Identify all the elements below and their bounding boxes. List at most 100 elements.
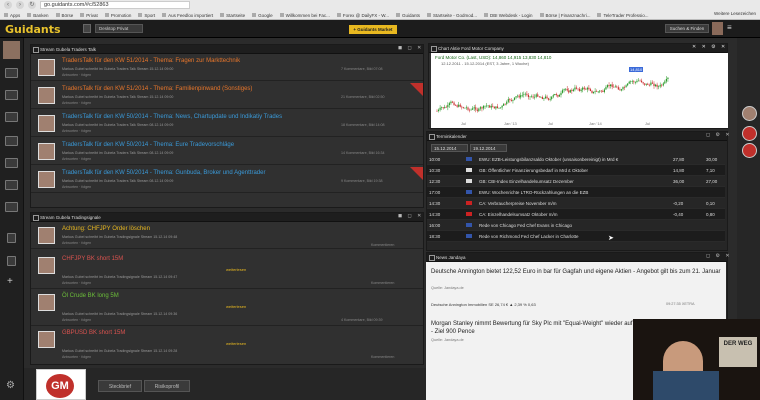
bookmark-icon[interactable]	[7, 233, 16, 243]
address-input[interactable]: go.guidants.com/#c/52863	[40, 1, 190, 9]
inbox-icon[interactable]	[5, 158, 18, 168]
gauge-icon[interactable]	[5, 202, 18, 212]
list-item[interactable]: TradersTalk für den KW 51/2014 - Thema: …	[31, 83, 423, 109]
list-item[interactable]: TradersTalk für den KW 50/2014 - Thema: …	[31, 167, 423, 193]
read-more-link[interactable]: weiterlesen	[226, 267, 246, 272]
comment-link[interactable]: 4 Kommentare, Bild 09:39	[341, 318, 383, 322]
bookmark-icon[interactable]	[83, 24, 91, 33]
app-logo[interactable]: Guidants	[5, 23, 61, 36]
panel-controls[interactable]: ◼ ◻ ✕	[398, 45, 423, 51]
table-row[interactable]: 18:30 Rede von Richmond Fed Chef Lacker i…	[427, 231, 725, 242]
tab-risikoprofil[interactable]: Risikoprofil	[144, 380, 190, 392]
date-to-input[interactable]: 19.12.2014	[470, 144, 507, 152]
list-item[interactable]: TradersTalk für den KW 51/2014 - Thema: …	[31, 55, 423, 81]
table-row[interactable]: 14:30 CA: Einzelhandelsumsatz Oktober m/m…	[427, 209, 725, 220]
table-row[interactable]: 14:30 CA: Verbraucherpreise November m/m -…	[427, 198, 725, 209]
bookmark[interactable]: Aus Feedlox importiert	[162, 13, 213, 18]
post-actions[interactable]: Antworten · folgen	[62, 101, 91, 105]
bookmark[interactable]: Guidants	[396, 13, 420, 18]
avatar[interactable]	[742, 143, 757, 158]
portfolio-icon[interactable]	[5, 68, 18, 78]
table-icon[interactable]	[5, 112, 18, 122]
post-title[interactable]: GBPUSD BK short 15M	[62, 330, 125, 336]
bookmark[interactable]: Sport	[138, 13, 155, 18]
list-item[interactable]: GBPUSD BK short 15M weiterlesen Markus G…	[31, 327, 423, 365]
post-actions[interactable]: Antworten · folgen	[62, 73, 91, 77]
bookmark[interactable]: Startseite	[220, 13, 245, 18]
comment-link[interactable]: Kommentieren	[371, 281, 394, 285]
bookmark[interactable]: Google	[252, 13, 273, 18]
reload-icon[interactable]: ↻	[28, 1, 36, 9]
chart-icon[interactable]	[5, 136, 18, 146]
post-title[interactable]: Öl Crude BK long 5M	[62, 293, 119, 299]
post-actions[interactable]: Antworten · folgen	[62, 355, 91, 359]
comment-count[interactable]: 21 Kommentare, Bild 02:50	[341, 95, 385, 99]
list-item[interactable]: TradersTalk für den KW 50/2014 - Thema: …	[31, 111, 423, 137]
read-more-link[interactable]: weiterlesen	[226, 341, 246, 346]
table-row[interactable]: 16:00 Rede von Chicago Fed Chef Evans in …	[427, 220, 725, 231]
post-actions[interactable]: Antworten · folgen	[62, 281, 91, 285]
post-actions[interactable]: Antworten · folgen	[62, 129, 91, 133]
panel-controls[interactable]: ◼ ◻ ✕	[398, 213, 423, 219]
bookmark-icon[interactable]	[7, 256, 16, 266]
news-headline[interactable]: Deutsche Annington bietet 122,52 Euro in…	[431, 268, 721, 276]
bookmark[interactable]: Privat	[80, 13, 98, 18]
list-item[interactable]: CHFJPY BK short 15M weiterlesen Markus G…	[31, 253, 423, 289]
desktop-select[interactable]: Desktop Privat	[95, 24, 143, 33]
bookmark[interactable]: Banken	[27, 13, 48, 18]
post-title[interactable]: TradersTalk für den KW 50/2014 - Thema: …	[62, 142, 234, 148]
post-title[interactable]: TradersTalk für den KW 51/2014 - Thema: …	[62, 58, 240, 64]
back-icon[interactable]: ‹	[4, 1, 12, 9]
comment-count[interactable]: 18 Kommentare, Bild 14:08	[341, 123, 385, 127]
bookmark[interactable]: Startseite - Godmod...	[427, 13, 477, 18]
date-from-input[interactable]: 15.12.2014	[431, 144, 468, 152]
bookmark[interactable]: Apps	[4, 13, 20, 18]
comment-count[interactable]: 14 Kommentare, Bild 16:34	[341, 151, 385, 155]
chart-area[interactable]: Ford Motor Co. (Last, USD): 14,860 14,91…	[431, 53, 728, 128]
post-actions[interactable]: Antworten · folgen	[62, 185, 91, 189]
table-row[interactable]: 17:00 EWU: Wochenrichte LTRO-Rückzahlunge…	[427, 187, 725, 198]
comment-count[interactable]: 7 Kommentare, Bild 07:08	[341, 67, 383, 71]
list-item[interactable]: Achtung: CHFJPY Order löschen Markus Gub…	[31, 223, 423, 249]
bookmark[interactable]: Promotion	[105, 13, 132, 18]
table-row[interactable]: 10:00 EWU: EZB-Leistungsbilanzsaldo Oktob…	[427, 154, 725, 165]
tab-steckbrief[interactable]: Steckbrief	[98, 380, 142, 392]
table-row[interactable]: 12:30 GB: CBI-Index Einzelhandelsumsatz D…	[427, 176, 725, 187]
forward-icon[interactable]: ›	[16, 1, 24, 9]
post-title[interactable]: CHFJPY BK short 15M	[62, 256, 123, 262]
read-more-link[interactable]: weiterlesen	[226, 304, 246, 309]
panel-controls[interactable]: ◻ ⚙ ✕	[706, 253, 732, 259]
comment-link[interactable]: Kommentieren	[371, 243, 394, 247]
post-title[interactable]: TradersTalk für den KW 51/2014 - Thema: …	[62, 86, 252, 92]
gear-icon[interactable]: ⚙	[6, 380, 15, 391]
post-actions[interactable]: Antworten · folgen	[62, 241, 91, 245]
avatar[interactable]	[742, 106, 757, 121]
avatar[interactable]	[742, 126, 757, 141]
bookmark[interactable]: Willkommen bei Fac...	[280, 13, 330, 18]
post-title[interactable]: TradersTalk für den KW 50/2014 - Thema: …	[62, 170, 265, 176]
panel-controls[interactable]: ◻ ⚙ ✕	[706, 132, 732, 138]
menu-icon[interactable]: ≡	[727, 23, 737, 33]
tools-icon[interactable]	[5, 180, 18, 190]
bookmark[interactable]: DBI Webdesk - Login	[484, 13, 532, 18]
guidants-market-button[interactable]: + Guidants Market	[349, 25, 397, 34]
bookmark[interactable]: Börse	[56, 13, 74, 18]
more-bookmarks[interactable]: Weitere Lesezeichen	[714, 11, 756, 16]
add-icon[interactable]: +	[7, 276, 13, 287]
monitor-icon[interactable]	[5, 90, 18, 100]
search-button[interactable]: Suchen & Finden	[665, 24, 709, 33]
stock-quote[interactable]: Deutsche Annington Immobilien SE 26,74 €…	[431, 302, 536, 307]
bookmark[interactable]: Börse | Finanznachri...	[540, 13, 591, 18]
news-headline[interactable]: Morgan Stanley nimmt Bewertung für Sky P…	[431, 320, 636, 336]
comment-link[interactable]: Kommentieren	[371, 355, 394, 359]
table-row[interactable]: 10:30 GB: Öffentlicher Finanzierungsbedar…	[427, 165, 725, 176]
post-actions[interactable]: Antworten · folgen	[62, 157, 91, 161]
list-item[interactable]: TradersTalk für den KW 50/2014 - Thema: …	[31, 139, 423, 165]
avatar[interactable]	[712, 22, 723, 35]
avatar[interactable]	[3, 41, 20, 59]
bookmark[interactable]: Forex @ DailyFX - W...	[337, 13, 389, 18]
panel-controls[interactable]: ✕ ✕ ⚙ ✕	[692, 44, 727, 50]
list-item[interactable]: Öl Crude BK long 5M weiterlesen Markus G…	[31, 290, 423, 326]
post-actions[interactable]: Antworten · folgen	[62, 318, 91, 322]
post-title[interactable]: TradersTalk für den KW 50/2014 - Thema: …	[62, 114, 282, 120]
